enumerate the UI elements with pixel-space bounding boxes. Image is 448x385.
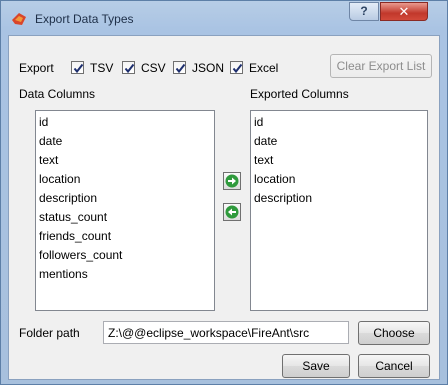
move-right-button[interactable] (223, 172, 241, 190)
exported-columns-title: Exported Columns (250, 87, 349, 101)
list-item[interactable]: friends_count (39, 227, 211, 246)
export-label: Export (19, 61, 54, 75)
move-left-button[interactable] (223, 203, 241, 221)
data-columns-title: Data Columns (19, 87, 96, 101)
list-item[interactable]: description (39, 189, 211, 208)
list-item[interactable]: followers_count (39, 246, 211, 265)
list-item[interactable]: location (39, 170, 211, 189)
check-icon (175, 63, 186, 74)
folder-path-input[interactable] (103, 321, 349, 344)
exported-columns-list[interactable]: id date text location description (250, 110, 428, 311)
json-checkbox[interactable] (173, 61, 186, 74)
dialog-client-area: Export TSV CSV JSON Excel Clear Export L… (8, 35, 440, 380)
list-item[interactable]: text (39, 151, 211, 170)
check-icon (232, 63, 243, 74)
csv-label: CSV (141, 61, 166, 75)
close-icon: ✕ (398, 4, 410, 19)
tsv-checkbox[interactable] (71, 61, 84, 74)
excel-checkbox[interactable] (230, 61, 243, 74)
choose-button[interactable]: Choose (358, 321, 430, 345)
help-button[interactable]: ? (349, 2, 379, 21)
json-option[interactable]: JSON (173, 60, 233, 76)
json-label: JSON (192, 61, 225, 75)
app-logo-icon (11, 11, 27, 27)
cancel-button[interactable]: Cancel (358, 354, 430, 378)
save-button[interactable]: Save (282, 354, 350, 378)
title-bar[interactable]: Export Data Types ? ✕ (1, 1, 447, 35)
list-item[interactable]: date (254, 132, 424, 151)
excel-option[interactable]: Excel (230, 60, 290, 76)
list-item[interactable]: id (39, 113, 211, 132)
excel-label: Excel (249, 61, 279, 75)
list-item[interactable]: text (254, 151, 424, 170)
arrow-right-icon (225, 174, 239, 188)
check-icon (124, 63, 135, 74)
folder-path-label: Folder path (19, 326, 80, 340)
list-item[interactable]: description (254, 189, 424, 208)
csv-checkbox[interactable] (122, 61, 135, 74)
window-title: Export Data Types (35, 12, 134, 26)
arrow-left-icon (225, 205, 239, 219)
check-icon (73, 63, 84, 74)
list-item[interactable]: status_count (39, 208, 211, 227)
data-columns-list[interactable]: id date text location description status_coun… (35, 110, 215, 311)
clear-export-list-button[interactable]: Clear Export List (330, 54, 432, 78)
list-item[interactable]: mentions (39, 265, 211, 284)
close-button[interactable]: ✕ (380, 2, 428, 21)
list-item[interactable]: id (254, 113, 424, 132)
tsv-label: TSV (90, 61, 114, 75)
list-item[interactable]: date (39, 132, 211, 151)
export-dialog-window: Export Data Types ? ✕ Export TSV CSV JSO… (0, 0, 448, 385)
list-item[interactable]: location (254, 170, 424, 189)
